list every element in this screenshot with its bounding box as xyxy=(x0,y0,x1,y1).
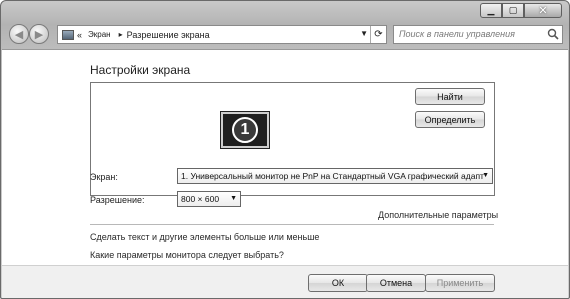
cancel-button[interactable]: Отмена xyxy=(366,274,426,292)
maximize-icon: ▢ xyxy=(508,5,518,15)
dialog-footer: ОК Отмена Применить xyxy=(2,265,568,298)
text-size-link[interactable]: Сделать текст и другие элементы больше и… xyxy=(90,232,319,242)
address-root-glyph[interactable]: « xyxy=(77,30,82,40)
minimize-button[interactable]: ▁ xyxy=(480,3,502,18)
search-input[interactable]: Поиск в панели управления xyxy=(393,25,563,44)
find-button[interactable]: Найти xyxy=(415,88,485,105)
chevron-down-icon: ▼ xyxy=(482,172,489,179)
address-dropdown-icon[interactable]: ▼ xyxy=(360,29,368,38)
close-icon: ✕ xyxy=(538,5,548,17)
resolution-select[interactable]: 800 × 600 ▼ xyxy=(177,191,241,207)
breadcrumb-item[interactable]: Экран xyxy=(88,30,111,39)
maximize-button[interactable]: ▢ xyxy=(502,3,524,18)
display-label: Экран: xyxy=(90,172,118,182)
breadcrumb-separator[interactable]: ▸ xyxy=(119,30,123,39)
monitor-number: 1 xyxy=(232,117,258,143)
content-area: Настройки экрана 1 Найти Определить Экра… xyxy=(2,49,568,265)
page-title: Настройки экрана xyxy=(90,63,191,77)
search-icon[interactable] xyxy=(547,28,559,40)
forward-button[interactable]: ▶ xyxy=(29,24,49,44)
minimize-icon: ▁ xyxy=(487,5,495,15)
navigation-bar: ◀ ▶ « Экран ▸ Разрешение экрана ▼ ⟳ Поис… xyxy=(5,22,565,48)
control-panel-icon xyxy=(62,29,74,40)
chevron-down-icon: ▼ xyxy=(230,195,237,202)
breadcrumb-item[interactable]: Разрешение экрана xyxy=(127,30,210,40)
close-button[interactable]: ✕ xyxy=(524,3,562,18)
which-settings-link[interactable]: Какие параметры монитора следует выбрать… xyxy=(90,250,284,260)
search-placeholder: Поиск в панели управления xyxy=(399,29,515,39)
identify-button[interactable]: Определить xyxy=(415,111,485,128)
apply-button[interactable]: Применить xyxy=(425,274,495,292)
window-controls: ▁ ▢ ✕ xyxy=(480,3,562,18)
resolution-select-value: 800 × 600 xyxy=(181,194,220,204)
resolution-label: Разрешение: xyxy=(90,195,145,205)
display-select-value: 1. Универсальный монитор не PnP на Станд… xyxy=(181,171,484,181)
monitor-1[interactable]: 1 xyxy=(220,111,270,149)
control-panel-window: ▁ ▢ ✕ ◀ ▶ « Экран ▸ Разрешение экрана ▼ … xyxy=(0,0,570,299)
back-arrow-icon: ◀ xyxy=(14,28,24,41)
refresh-icon[interactable]: ⟳ xyxy=(370,26,386,43)
address-bar[interactable]: « Экран ▸ Разрешение экрана ▼ ⟳ xyxy=(57,25,387,44)
forward-arrow-icon: ▶ xyxy=(34,28,44,41)
advanced-settings-link[interactable]: Дополнительные параметры xyxy=(378,210,498,220)
back-button[interactable]: ◀ xyxy=(9,24,29,44)
display-select[interactable]: 1. Универсальный монитор не PnP на Станд… xyxy=(177,168,493,184)
divider xyxy=(90,224,494,225)
ok-button[interactable]: ОК xyxy=(308,274,368,292)
